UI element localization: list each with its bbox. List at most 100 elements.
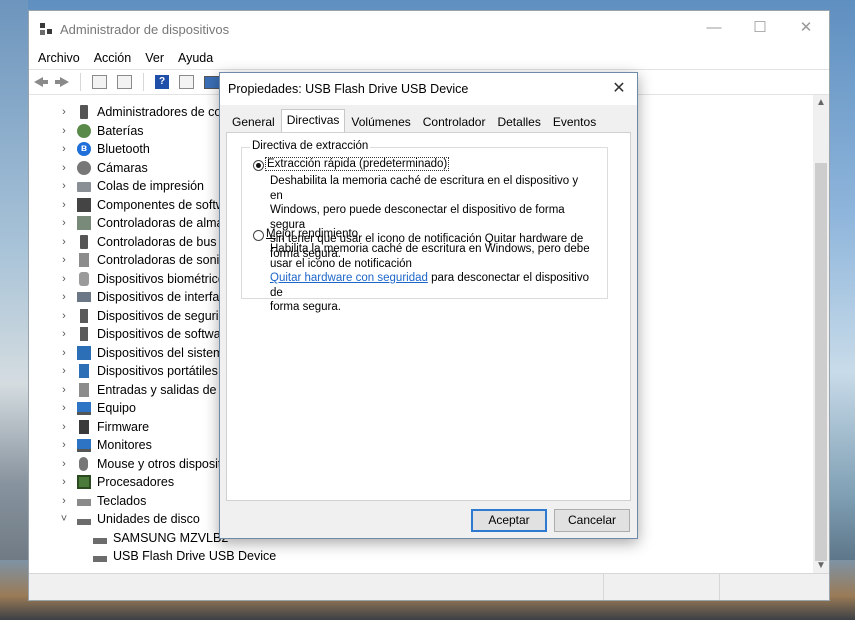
scroll-down-icon[interactable]: ▼ xyxy=(813,560,829,571)
window-title: Administrador de dispositivos xyxy=(60,21,230,37)
tree-item[interactable]: › Firmware xyxy=(59,418,149,436)
chevron-right-icon[interactable]: › xyxy=(59,199,69,211)
cancel-button[interactable]: Cancelar xyxy=(554,509,630,532)
dialog-close-button[interactable]: ✕ xyxy=(609,79,629,99)
tab-directivas[interactable]: Directivas xyxy=(280,109,346,132)
tree-item[interactable]: › Administradores de con xyxy=(59,103,228,121)
menu-archivo[interactable]: Archivo xyxy=(38,51,80,65)
chevron-right-icon[interactable]: › xyxy=(59,458,69,470)
firmware-icon xyxy=(79,419,89,434)
vertical-scrollbar[interactable]: ▲ ▼ xyxy=(813,95,829,573)
tab-detalles[interactable]: Detalles xyxy=(491,112,546,132)
group-title: Directiva de extracción xyxy=(250,140,371,152)
ok-button[interactable]: Aceptar xyxy=(471,509,547,532)
forward-arrow-icon[interactable] xyxy=(53,74,71,90)
chevron-right-icon[interactable]: › xyxy=(59,125,69,137)
tree-child-item[interactable]: SAMSUNG MZVLB2 xyxy=(93,529,228,547)
tree-item[interactable]: › ʙ Bluetooth xyxy=(59,140,150,158)
biometric-icon xyxy=(79,271,89,286)
chevron-right-icon[interactable]: › xyxy=(59,310,69,322)
action-pane-icon[interactable] xyxy=(179,75,194,89)
safely-remove-hardware-link[interactable]: Quitar hardware con seguridad xyxy=(270,272,428,284)
menu-ver[interactable]: Ver xyxy=(145,51,164,65)
chevron-right-icon[interactable]: › xyxy=(59,143,69,155)
tree-item[interactable]: › Baterías xyxy=(59,122,144,140)
chevron-right-icon[interactable]: › xyxy=(59,106,69,118)
chevron-right-icon[interactable]: › xyxy=(59,476,69,488)
tree-item[interactable]: › Componentes de softw xyxy=(59,196,225,214)
chevron-right-icon[interactable]: › xyxy=(59,495,69,507)
security-icon xyxy=(80,308,88,323)
dialog-title-bar: Propiedades: USB Flash Drive USB Device … xyxy=(220,73,637,105)
tree-item[interactable]: › Entradas y salidas de au xyxy=(59,381,234,399)
tree-child-item[interactable]: USB Flash Drive USB Device xyxy=(93,547,276,565)
tree-item[interactable]: ˅ Unidades de disco xyxy=(59,510,200,528)
chevron-right-icon[interactable]: › xyxy=(59,384,69,396)
menu-ayuda[interactable]: Ayuda xyxy=(178,51,213,65)
quick-removal-radio[interactable] xyxy=(253,160,264,171)
back-arrow-icon[interactable] xyxy=(32,74,50,90)
tab-volumenes[interactable]: Volúmenes xyxy=(345,112,416,132)
keyboard-icon xyxy=(77,499,91,506)
tree-item[interactable]: › Controladoras de sonid xyxy=(59,251,226,269)
chevron-right-icon[interactable]: › xyxy=(59,180,69,192)
dialog-title: Propiedades: USB Flash Drive USB Device xyxy=(228,82,469,96)
system-icon xyxy=(77,345,91,360)
scroll-up-icon[interactable]: ▲ xyxy=(813,97,829,108)
tree-item[interactable]: › Dispositivos portátiles xyxy=(59,362,218,380)
tree-item[interactable]: › Procesadores xyxy=(59,473,174,491)
tree-item[interactable]: › Dispositivos de interfaz xyxy=(59,288,225,306)
tab-eventos[interactable]: Eventos xyxy=(547,112,602,132)
tree-item[interactable]: › Controladoras de bus s xyxy=(59,233,226,251)
status-bar xyxy=(29,573,829,600)
tab-controlador[interactable]: Controlador xyxy=(417,112,492,132)
battery-icon xyxy=(77,123,91,138)
chevron-right-icon[interactable]: › xyxy=(59,291,69,303)
bluetooth-icon: ʙ xyxy=(77,142,91,156)
tree-item[interactable]: › Controladoras de almac xyxy=(59,214,230,232)
processor-icon xyxy=(77,475,91,489)
properties-icon[interactable] xyxy=(117,75,132,89)
close-button[interactable]: ✕ xyxy=(783,11,829,43)
scan-hardware-icon[interactable] xyxy=(204,75,220,89)
scrollbar-thumb[interactable] xyxy=(815,163,827,561)
tree-item[interactable]: › Dispositivos de softwar xyxy=(59,325,225,343)
tree-item[interactable]: › Equipo xyxy=(59,399,136,417)
tab-panel: Directiva de extracción Extracción rápid… xyxy=(226,132,631,501)
chevron-right-icon[interactable]: › xyxy=(59,421,69,433)
better-performance-radio[interactable] xyxy=(253,230,264,241)
chevron-right-icon[interactable]: › xyxy=(59,162,69,174)
chevron-right-icon[interactable]: › xyxy=(59,236,69,248)
device-manager-icon xyxy=(38,21,54,37)
tree-item[interactable]: › Dispositivos del sistema xyxy=(59,344,230,362)
tree-item[interactable]: › Monitores xyxy=(59,436,152,454)
chevron-down-icon[interactable]: ˅ xyxy=(59,513,69,525)
hid-icon xyxy=(77,292,91,302)
show-hide-console-tree-icon[interactable] xyxy=(92,75,107,89)
tab-general[interactable]: General xyxy=(226,112,281,132)
chevron-right-icon[interactable]: › xyxy=(59,254,69,266)
quick-removal-label[interactable]: Extracción rápida (predeterminado) xyxy=(265,157,450,171)
toolbar-divider xyxy=(80,73,81,91)
maximize-button[interactable]: ☐ xyxy=(737,11,783,43)
chevron-right-icon[interactable]: › xyxy=(59,347,69,359)
tree-item[interactable]: › Mouse y otros dispositi xyxy=(59,455,224,473)
menu-bar: Archivo Acción Ver Ayuda xyxy=(29,47,829,69)
tree-item[interactable]: › Teclados xyxy=(59,492,146,510)
chevron-right-icon[interactable]: › xyxy=(59,217,69,229)
minimize-button[interactable]: — xyxy=(691,11,737,43)
speaker-icon xyxy=(79,253,89,267)
usb-icon xyxy=(80,105,88,119)
help-icon[interactable]: ? xyxy=(155,75,169,89)
tree-item[interactable]: › Dispositivos de segurid xyxy=(59,307,226,325)
chevron-right-icon[interactable]: › xyxy=(59,328,69,340)
better-performance-label[interactable]: Mejor rendimiento xyxy=(266,228,358,240)
chevron-right-icon[interactable]: › xyxy=(59,365,69,377)
chevron-right-icon[interactable]: › xyxy=(59,273,69,285)
tree-item[interactable]: › Dispositivos biométrico xyxy=(59,270,225,288)
chevron-right-icon[interactable]: › xyxy=(59,439,69,451)
tree-item[interactable]: › Cámaras xyxy=(59,159,148,177)
tree-item[interactable]: › Colas de impresión xyxy=(59,177,204,195)
menu-accion[interactable]: Acción xyxy=(94,51,132,65)
chevron-right-icon[interactable]: › xyxy=(59,402,69,414)
